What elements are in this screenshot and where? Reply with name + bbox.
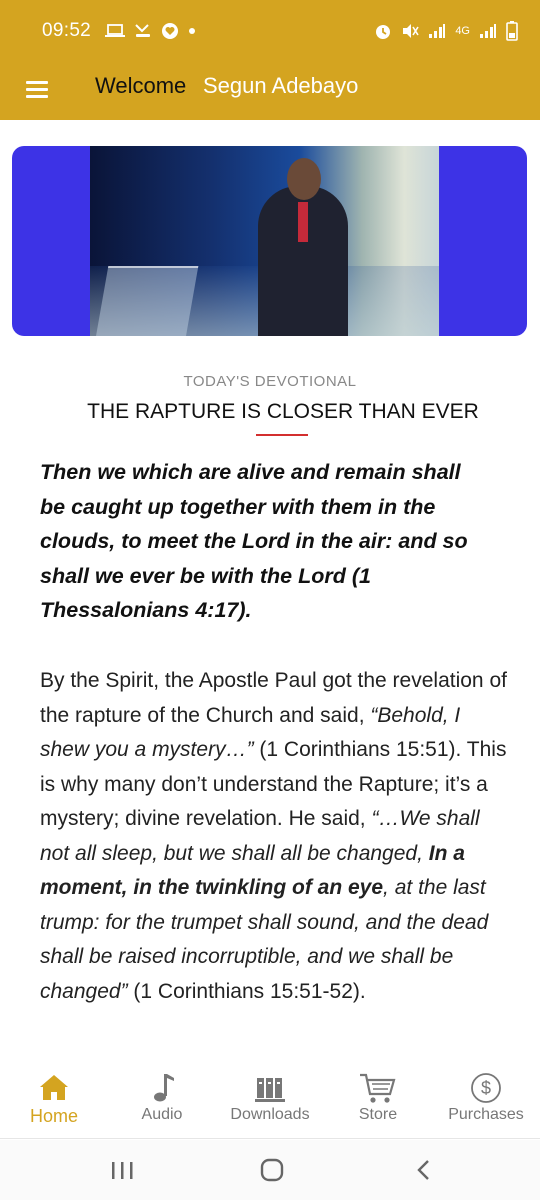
- status-system-icons: 4G: [374, 21, 518, 41]
- nav-label: Home: [29, 1106, 78, 1126]
- nav-label: Downloads: [230, 1106, 310, 1123]
- welcome-label: Welcome: [95, 73, 187, 98]
- nav-item-audio[interactable]: Audio: [108, 1062, 216, 1138]
- status-time: 09:52: [42, 20, 92, 41]
- heart-badge-icon: [162, 23, 179, 39]
- nav-label: Store: [358, 1106, 398, 1123]
- title-underline: [256, 434, 308, 436]
- system-navigation-bar: [0, 1140, 540, 1200]
- body-text-part: (1 Corinthians 15:51-52).: [127, 979, 366, 1003]
- back-arrow-icon: [417, 1160, 429, 1180]
- scripture-text: Then we which are alive and remain shall…: [40, 460, 468, 622]
- dot-icon: [189, 28, 196, 34]
- devotional-banner[interactable]: [12, 146, 527, 336]
- user-name: Segun Adebayo: [203, 73, 359, 98]
- home-icon: [40, 1075, 68, 1100]
- mute-icon: [403, 24, 419, 38]
- status-notification-icons: [105, 22, 196, 40]
- status-bar: 09:52 4G: [0, 0, 540, 62]
- signal-icon: [480, 24, 496, 38]
- nav-item-downloads[interactable]: Downloads: [216, 1062, 324, 1138]
- home-button[interactable]: [242, 1152, 302, 1188]
- network-type-label: 4G: [455, 24, 470, 37]
- section-label: TODAY'S DEVOTIONAL: [183, 373, 357, 390]
- banner-photo: [90, 146, 439, 336]
- nav-item-store[interactable]: Store: [324, 1062, 432, 1138]
- nav-item-purchases[interactable]: $ Purchases: [432, 1062, 540, 1138]
- nav-label: Audio: [141, 1106, 183, 1123]
- nav-item-home[interactable]: Home: [0, 1062, 108, 1138]
- home-circle-icon: [260, 1158, 284, 1182]
- devotional-title: THE RAPTURE IS CLOSER THAN EVER: [87, 400, 479, 423]
- app-bar: Welcome Segun Adebayo: [0, 62, 540, 120]
- missed-call-icon: [135, 24, 151, 37]
- music-note-icon: [154, 1074, 174, 1102]
- devotional-body: By the Spirit, the Apostle Paul got the …: [40, 664, 510, 1062]
- library-icon: [255, 1078, 285, 1102]
- recents-icon: [112, 1162, 133, 1179]
- battery-icon: [506, 21, 518, 41]
- cart-icon: [360, 1073, 396, 1103]
- svg-text:$: $: [481, 1078, 491, 1098]
- alarm-icon: [376, 25, 391, 39]
- signal-icon: [429, 24, 446, 38]
- nav-label: Purchases: [448, 1106, 524, 1123]
- laptop-icon: [105, 24, 126, 37]
- back-button[interactable]: [394, 1152, 454, 1188]
- bottom-navigation: Home Audio Downloads Store $ Purchases: [0, 1062, 540, 1139]
- recents-button[interactable]: [92, 1152, 152, 1188]
- dollar-circle-icon: $: [471, 1073, 501, 1103]
- hamburger-menu-icon[interactable]: [26, 77, 48, 103]
